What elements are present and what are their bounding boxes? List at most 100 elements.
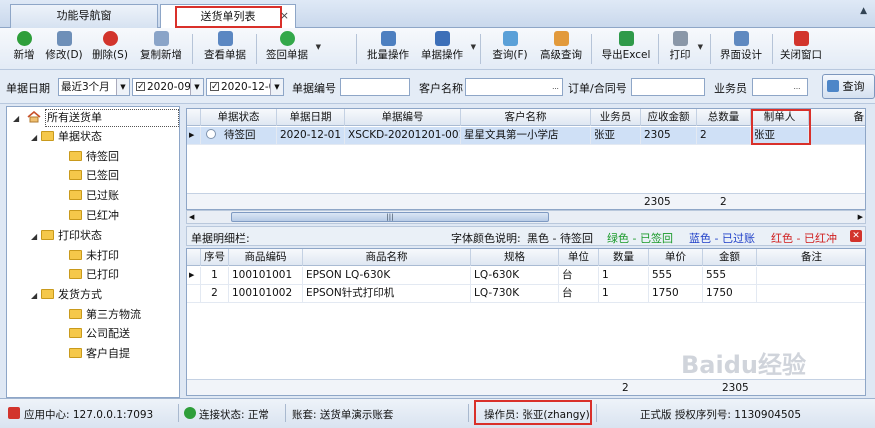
tree-item-signed[interactable]: 已签回 bbox=[69, 167, 119, 185]
date-to-field[interactable]: 2020-12-01 ▼ bbox=[206, 78, 284, 96]
toolbar-separator bbox=[480, 34, 481, 64]
detail-grid-header: 序号 商品编码 商品名称 规格 单位 数量 单价 金额 备注 bbox=[187, 249, 865, 266]
delete-button[interactable]: 删除(S) bbox=[90, 31, 130, 67]
close-detail-icon[interactable]: ✕ bbox=[850, 230, 862, 242]
col-remark[interactable]: 备注 bbox=[757, 249, 865, 266]
customer-input[interactable]: ... bbox=[465, 78, 563, 96]
adv-query-label: 高级查询 bbox=[540, 49, 582, 61]
table-row[interactable]: ▶ 1 100101001 EPSON LQ-630K LQ-630K 台 1 … bbox=[187, 267, 865, 285]
tree-item-third-party[interactable]: 第三方物流 bbox=[69, 306, 141, 324]
col-qty[interactable]: 数量 bbox=[599, 249, 649, 266]
horizontal-scrollbar[interactable]: ◀ ||| ▶ bbox=[186, 210, 866, 224]
col-remark[interactable]: 备 bbox=[809, 109, 865, 126]
delete-label: 删除(S) bbox=[92, 49, 128, 61]
status-radio-icon[interactable] bbox=[206, 129, 216, 139]
col-amount[interactable]: 金额 bbox=[703, 249, 757, 266]
cell-spec: LQ-630K bbox=[471, 267, 559, 285]
col-amount[interactable]: 应收金额 bbox=[641, 109, 697, 126]
close-window-button[interactable]: 关闭窗口 bbox=[778, 31, 824, 67]
document-grid: 单据状态 单据日期 单据编号 客户名称 业务员 应收金额 总数量 制单人 备 ▶… bbox=[186, 108, 866, 210]
tree-item-company[interactable]: 公司配送 bbox=[69, 325, 130, 343]
tree-item-printed[interactable]: 已打印 bbox=[69, 266, 119, 284]
cell-status-text: 待签回 bbox=[224, 129, 256, 141]
status-license: 正式版 授权序列号: 1130904505 bbox=[640, 409, 802, 421]
col-qty[interactable]: 总数量 bbox=[697, 109, 751, 126]
print-button[interactable]: 打印 ▼ bbox=[666, 31, 703, 67]
tab-navigation[interactable]: 功能导航窗 bbox=[10, 4, 158, 28]
col-spec[interactable]: 规格 bbox=[471, 249, 559, 266]
tree-item-reversed[interactable]: 已红冲 bbox=[69, 207, 119, 225]
col-customer[interactable]: 客户名称 bbox=[461, 109, 591, 126]
copy-new-button[interactable]: 复制新增 bbox=[136, 31, 186, 67]
doc-no-input[interactable] bbox=[340, 78, 410, 96]
tree-root[interactable]: ◢ 所有送货单 bbox=[13, 109, 102, 127]
tab-delivery-list[interactable]: 送货单列表 × bbox=[160, 4, 296, 28]
table-row[interactable]: 2 100101002 EPSON针式打印机 LQ-730K 台 1 1750 … bbox=[187, 285, 865, 303]
batch-icon bbox=[380, 31, 396, 46]
collapse-icon[interactable]: ◢ bbox=[31, 287, 41, 305]
date-range-select[interactable]: 最近3个月 ▼ bbox=[58, 78, 130, 96]
tab-close-icon[interactable]: × bbox=[280, 5, 289, 27]
salesman-input[interactable]: ... bbox=[752, 78, 808, 96]
col-unit[interactable]: 单位 bbox=[559, 249, 599, 266]
col-salesman[interactable]: 业务员 bbox=[591, 109, 641, 126]
toolbar-separator bbox=[192, 34, 193, 64]
tree-group-print-status[interactable]: ◢ 打印状态 bbox=[31, 227, 102, 245]
footer-amount: 2305 bbox=[722, 382, 749, 394]
order-input[interactable] bbox=[631, 78, 705, 96]
query-label: 查询(F) bbox=[492, 49, 528, 61]
chevron-down-icon: ▼ bbox=[697, 43, 703, 51]
date-from-checkbox[interactable] bbox=[136, 79, 145, 95]
col-code[interactable]: 商品编码 bbox=[229, 249, 303, 266]
batch-button[interactable]: 批量操作 bbox=[363, 31, 413, 67]
category-tree: ◢ 所有送货单 ◢ 单据状态 待签回 已签回 已过账 已红冲 ◢ 打印状态 未打印 … bbox=[6, 106, 180, 398]
toolbar-separator bbox=[658, 34, 659, 64]
tree-group-shipping[interactable]: ◢ 发货方式 bbox=[31, 286, 102, 304]
col-doc-no[interactable]: 单据编号 bbox=[345, 109, 461, 126]
tree-group-doc-status[interactable]: ◢ 单据状态 bbox=[31, 128, 102, 146]
edit-icon bbox=[56, 31, 72, 46]
tab-bar: 功能导航窗 送货单列表 × bbox=[0, 0, 875, 28]
edit-button[interactable]: 修改(D) bbox=[44, 31, 84, 67]
new-button[interactable]: 新增 bbox=[10, 31, 38, 67]
tree-item-pickup[interactable]: 客户自提 bbox=[69, 345, 130, 363]
col-date[interactable]: 单据日期 bbox=[277, 109, 345, 126]
legend-green: 绿色 - 已签回 bbox=[607, 232, 673, 245]
tree-group-label: 发货方式 bbox=[58, 288, 102, 301]
cell-qty: 1 bbox=[599, 267, 649, 285]
collapse-icon[interactable]: ◢ bbox=[31, 228, 41, 246]
window-menu-icon[interactable]: ▲ bbox=[860, 6, 867, 16]
export-excel-button[interactable]: 导出Excel bbox=[598, 31, 654, 67]
col-name[interactable]: 商品名称 bbox=[303, 249, 471, 266]
tree-item-pending[interactable]: 待签回 bbox=[69, 148, 119, 166]
col-price[interactable]: 单价 bbox=[649, 249, 703, 266]
scroll-left-icon[interactable]: ◀ bbox=[189, 211, 194, 223]
tree-item-label: 客户自提 bbox=[86, 347, 130, 360]
printer-icon bbox=[672, 31, 688, 46]
ui-design-button[interactable]: 界面设计 bbox=[716, 31, 766, 67]
salesman-browse-button[interactable]: ... bbox=[787, 79, 807, 95]
sign-button[interactable]: 签回单据 ▼ bbox=[262, 31, 321, 67]
col-status[interactable]: 单据状态 bbox=[201, 109, 277, 126]
tree-item-posted[interactable]: 已过账 bbox=[69, 187, 119, 205]
excel-icon bbox=[618, 31, 634, 46]
delete-icon bbox=[102, 31, 118, 46]
adv-query-button[interactable]: 高级查询 bbox=[536, 31, 586, 67]
query-toolbar-button[interactable]: 查询(F) bbox=[488, 31, 532, 67]
col-index[interactable]: 序号 bbox=[201, 249, 229, 266]
scrollbar-thumb[interactable]: ||| bbox=[231, 212, 549, 222]
collapse-icon[interactable]: ◢ bbox=[13, 110, 23, 128]
tree-item-unprinted[interactable]: 未打印 bbox=[69, 247, 119, 265]
folder-icon bbox=[41, 230, 54, 240]
collapse-icon[interactable]: ◢ bbox=[31, 129, 41, 147]
view-button[interactable]: 查看单据 bbox=[200, 31, 250, 67]
query-button[interactable]: 查询 bbox=[822, 74, 875, 99]
date-to-checkbox[interactable] bbox=[210, 79, 219, 95]
toolbar-separator bbox=[256, 34, 257, 64]
doc-ops-button[interactable]: 单据操作 ▼ bbox=[417, 31, 476, 67]
toolbar-separator bbox=[772, 34, 773, 64]
date-from-field[interactable]: 2020-09-01 ▼ bbox=[132, 78, 204, 96]
scroll-right-icon[interactable]: ▶ bbox=[858, 211, 863, 223]
search-icon bbox=[502, 31, 518, 46]
order-label: 订单/合同号 bbox=[568, 82, 627, 95]
